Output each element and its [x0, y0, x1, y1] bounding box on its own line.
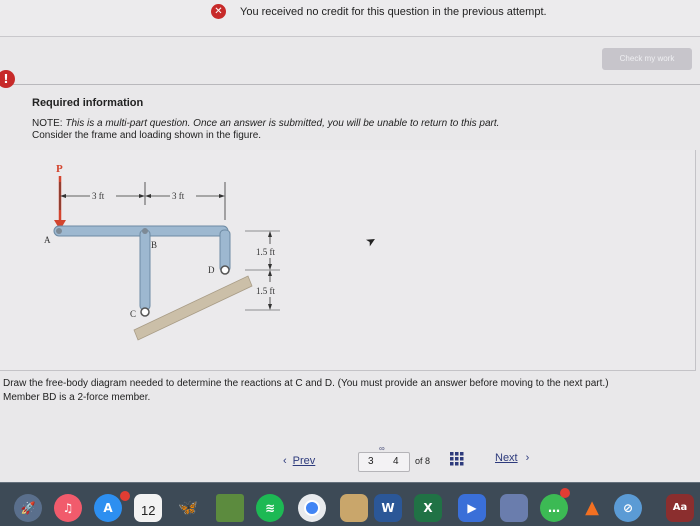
question-navigation: [0, 445, 700, 475]
butterfly-icon[interactable]: 🦋: [174, 494, 202, 522]
pin-a: [56, 228, 62, 234]
page-total: of 8: [415, 456, 431, 466]
frame-member-bc: [139, 229, 151, 311]
load-label: P: [56, 163, 63, 175]
point-label: B: [151, 240, 157, 250]
calendar-day: 12: [141, 503, 156, 518]
feedback-banner: ✕ You received no credit for this questi…: [0, 0, 700, 37]
pin-d: [220, 265, 230, 275]
page-current[interactable]: 3: [368, 456, 374, 467]
page-selector[interactable]: ∞ 3 4: [358, 444, 410, 472]
word-icon[interactable]: W: [374, 494, 402, 522]
music-icon[interactable]: ♫: [54, 494, 82, 522]
page-next[interactable]: 4: [393, 456, 399, 467]
question-intro: Consider the frame and loading shown in …: [32, 130, 262, 141]
next-label: Next: [495, 452, 518, 464]
dimension-label: 1.5 ft: [256, 286, 275, 296]
point-label: C: [130, 309, 136, 319]
safari-icon[interactable]: ⊘: [614, 494, 642, 522]
link-icon: ∞: [379, 444, 385, 453]
note-prefix: NOTE:: [32, 118, 63, 129]
required-information-heading: Required information: [32, 97, 144, 109]
messages-icon[interactable]: …: [540, 494, 568, 522]
excel-icon[interactable]: X: [414, 494, 442, 522]
chevron-left-icon: ‹: [283, 455, 287, 467]
keynote-icon[interactable]: [500, 494, 528, 522]
app-store-icon[interactable]: A: [94, 494, 122, 522]
notification-badge-icon: [120, 491, 130, 501]
grid-icon[interactable]: [450, 452, 464, 466]
dimension-label: 1.5 ft: [256, 247, 275, 257]
prev-label: Prev: [292, 455, 316, 467]
spotify-icon[interactable]: ≋: [256, 494, 284, 522]
point-label: A: [44, 235, 51, 245]
member-note: Member BD is a 2-force member.: [3, 392, 151, 403]
chevron-right-icon: ›: [525, 452, 530, 464]
note-line: NOTE: This is a multi-part question. Onc…: [32, 118, 652, 130]
inclined-support: [133, 275, 253, 341]
question-note: NOTE: This is a multi-part question. Onc…: [32, 118, 652, 142]
zoom-icon[interactable]: ▶: [458, 494, 486, 522]
frame-figure: P 3 ft 3 ft A B D C 1.5 ft 1.5 ft: [44, 163, 280, 341]
preview-icon[interactable]: [340, 494, 368, 522]
question-prompt: Draw the free-body diagram needed to det…: [3, 378, 609, 389]
next-button[interactable]: Next ›: [495, 452, 529, 464]
dimension-label: 3 ft: [92, 191, 105, 201]
point-label: D: [208, 265, 215, 275]
check-my-work-button[interactable]: Check my work: [602, 48, 692, 70]
pin-b: [142, 228, 148, 234]
prev-button[interactable]: ‹ Prev: [283, 455, 315, 467]
feedback-message: You received no credit for this question…: [240, 6, 547, 18]
note-italic: This is a multi-part question. Once an a…: [65, 118, 500, 129]
chrome-icon[interactable]: [298, 494, 326, 522]
section-divider: [0, 84, 700, 85]
pin-c: [140, 307, 150, 317]
dictionary-icon[interactable]: Aa: [666, 494, 694, 522]
error-x-icon: ✕: [211, 4, 226, 19]
question-prompt-block: Draw the free-body diagram needed to det…: [3, 378, 693, 404]
minecraft-icon[interactable]: [216, 494, 244, 522]
notification-badge-icon: [560, 488, 570, 498]
launchpad-icon[interactable]: 🚀: [14, 494, 42, 522]
matlab-icon[interactable]: ▲: [578, 494, 606, 522]
alert-icon: !: [0, 70, 15, 88]
dimension-label: 3 ft: [172, 191, 185, 201]
